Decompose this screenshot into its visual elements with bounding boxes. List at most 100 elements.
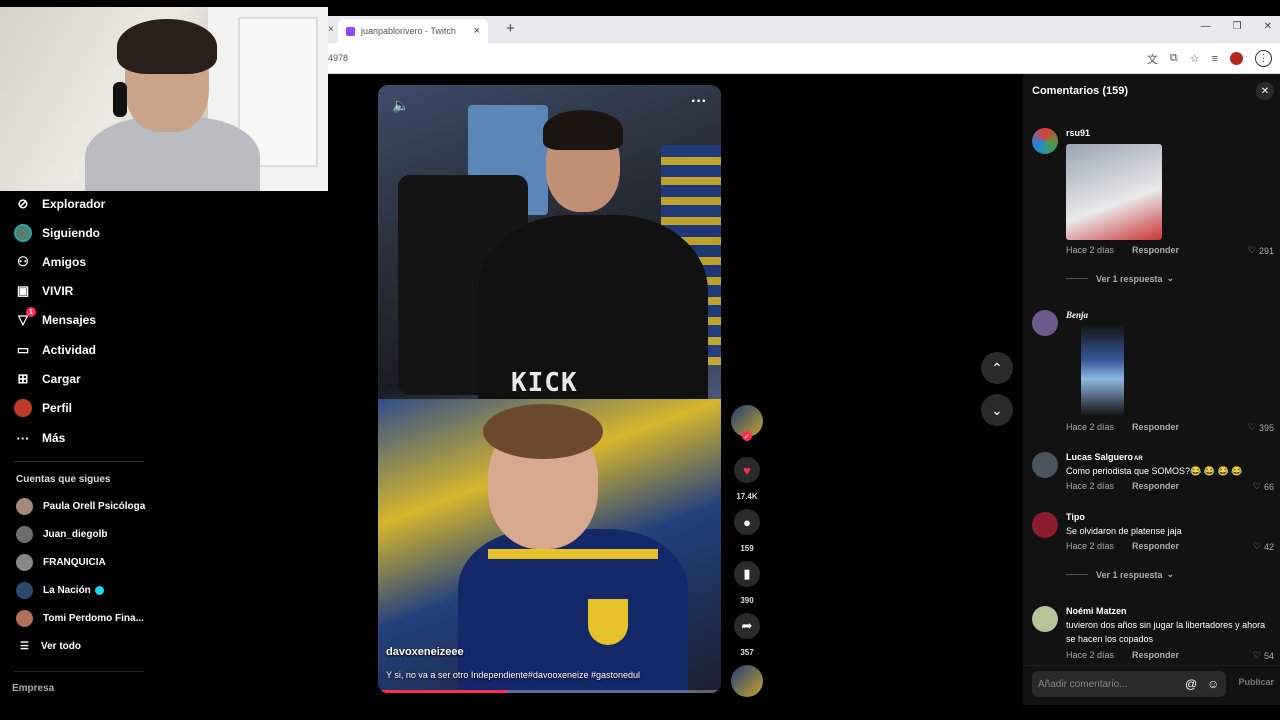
sidebar-item-mensajes[interactable]: ▽ 1 Mensajes [14,307,97,330]
followed-account[interactable]: FRANQUICIA [16,553,106,571]
following-avatar-icon [14,224,32,242]
sidebar-item-label: Explorador [42,197,106,211]
mention-icon[interactable]: @ [1185,677,1197,691]
sidebar-item-label: Amigos [42,255,87,269]
address-bar[interactable]: 4978 文 ⧉ ☆ ≡ ⋮ [328,43,1280,74]
comment-item: Tipo Se olvidaron de platense jaja Hace … [1032,512,1274,582]
comment-icon[interactable]: ● [734,509,760,535]
upload-icon: ⊞ [17,371,29,386]
account-avatar [16,609,33,627]
sidebar-item-label: Mensajes [42,313,97,327]
kick-watermark: KICK [511,368,578,398]
sidebar-item-label: VIVIR [42,284,74,298]
install-app-icon[interactable]: ⧉ [1170,52,1178,65]
translate-icon[interactable]: 文 [1147,51,1158,67]
comment-username[interactable]: Benja [1066,310,1088,320]
video-author[interactable]: davoxeneizeee [386,646,464,658]
video-more-options-icon[interactable]: ··· [691,93,707,111]
comment-likes[interactable]: ♡ 395 [1248,422,1274,433]
followed-account[interactable]: La Nación [16,581,104,599]
sound-disc-avatar[interactable] [731,665,763,697]
follow-plus-icon[interactable]: ✓ [742,431,752,441]
sidebar-item-siguiendo[interactable]: Siguiendo [14,223,100,243]
share-icon[interactable]: ➦ [734,613,760,639]
sidebar-item-perfil[interactable]: Perfil [14,398,72,418]
bookmark-icon[interactable]: ▮ [734,561,760,587]
more-icon: ··· [16,430,30,446]
publish-button[interactable]: Publicar [1238,677,1274,687]
tab-title: juanpablorivero - Twitch [361,26,456,36]
comment-avatar[interactable] [1032,512,1058,538]
comment-likes[interactable]: ♡ 291 [1248,245,1274,256]
previous-tab-close-icon[interactable]: × [328,24,334,35]
reply-button[interactable]: Responder [1132,541,1179,551]
view-replies-button[interactable]: Ver 1 respuesta ⌄ [1066,569,1174,580]
comment-username[interactable]: Tipo [1066,512,1085,522]
reply-button[interactable]: Responder [1132,422,1179,432]
heart-outline-icon: ♡ [1247,245,1256,255]
comment-count: 159 [740,544,754,553]
company-link[interactable]: Empresa [12,683,54,694]
followed-account[interactable]: Juan_diegolb [16,525,107,543]
comment-avatar[interactable] [1032,310,1058,336]
emoji-icon[interactable]: ☺ [1207,677,1219,691]
browser-profile-icon[interactable] [1230,52,1243,65]
reply-button[interactable]: Responder [1132,245,1179,255]
sidebar-item-mas[interactable]: ··· Más [14,428,66,448]
followed-account[interactable]: Tomi Perdomo Fina... [16,609,144,627]
see-all-button[interactable]: ☰ Ver todo [20,641,81,652]
reply-button[interactable]: Responder [1132,481,1179,491]
reply-button[interactable]: Responder [1132,650,1179,660]
comment-username[interactable]: Lucas SalgueroAR [1066,452,1143,462]
browser-tab-twitch[interactable]: juanpablorivero - Twitch × [338,19,488,43]
sidebar-item-label: Perfil [42,401,73,415]
restore-icon[interactable]: ❐ [1233,21,1242,32]
comment-avatar[interactable] [1032,128,1058,154]
following-section-title: Cuentas que sigues [16,474,111,485]
compass-icon: ⊘ [17,196,29,211]
tab-close-icon[interactable]: × [474,25,480,37]
comment-image[interactable] [1066,144,1162,240]
url-text[interactable]: 4978 [328,53,348,63]
video-caption: Y si, no va a ser otro Independiente#dav… [386,670,641,680]
message-count-badge: 1 [26,307,36,317]
followed-account[interactable]: Paula Orell Psicóloga [16,497,145,515]
comment-username[interactable]: Noémi Matzen [1066,606,1127,616]
close-comments-icon[interactable]: ✕ [1256,82,1274,100]
video-top-frame: KICK [378,85,721,405]
like-count: 17.4K [736,492,758,501]
verified-badge-icon [94,585,104,595]
window-close-icon[interactable]: ✕ [1264,21,1272,32]
minimize-icon[interactable]: — [1201,21,1211,32]
comment-image[interactable] [1081,324,1124,416]
like-heart-icon[interactable]: ♥ [734,457,760,483]
video-player[interactable]: KICK 🔈 ··· davoxeneizeee Y si, no va a s… [378,85,721,693]
comment-item: Benja Hace 2 días Responder ♡ 395 [1032,310,1274,433]
comment-avatar[interactable] [1032,606,1058,632]
previous-video-button[interactable]: ⌃ [981,352,1013,384]
media-queue-icon[interactable]: ≡ [1212,53,1218,65]
sidebar-item-actividad[interactable]: ▭ Actividad [14,340,96,360]
comment-likes[interactable]: ♡ 54 [1253,650,1274,661]
volume-icon[interactable]: 🔈 [392,97,409,114]
view-replies-button[interactable]: Ver 1 respuesta ⌄ [1066,273,1174,284]
video-progress-bar[interactable] [378,690,721,693]
comment-avatar[interactable] [1032,452,1058,478]
sidebar-item-cargar[interactable]: ⊞ Cargar [14,369,81,389]
new-tab-button[interactable]: + [506,20,515,37]
comments-panel: Comentarios (159) ✕ rsu91 Hace 2 días Re… [1023,74,1280,705]
comment-username[interactable]: rsu91 [1066,128,1090,138]
comment-text: tuvieron dos años sin jugar la libertado… [1066,620,1266,644]
sidebar-item-explorador[interactable]: ⊘ Explorador [14,194,106,214]
next-video-button[interactable]: ⌄ [981,394,1013,426]
bookmark-star-icon[interactable]: ☆ [1190,52,1200,65]
account-avatar [16,497,33,515]
video-progress-fill [378,690,509,693]
comment-meta: Hace 2 días Responder [1066,541,1180,551]
browser-menu-icon[interactable]: ⋮ [1255,50,1272,67]
activity-icon: ▭ [16,342,30,357]
sidebar-item-amigos[interactable]: ⚇ Amigos [14,252,86,272]
sidebar-item-vivir[interactable]: ▣ VIVIR [14,281,74,301]
comment-likes[interactable]: ♡ 66 [1253,481,1274,492]
comment-likes[interactable]: ♡ 42 [1253,541,1274,552]
